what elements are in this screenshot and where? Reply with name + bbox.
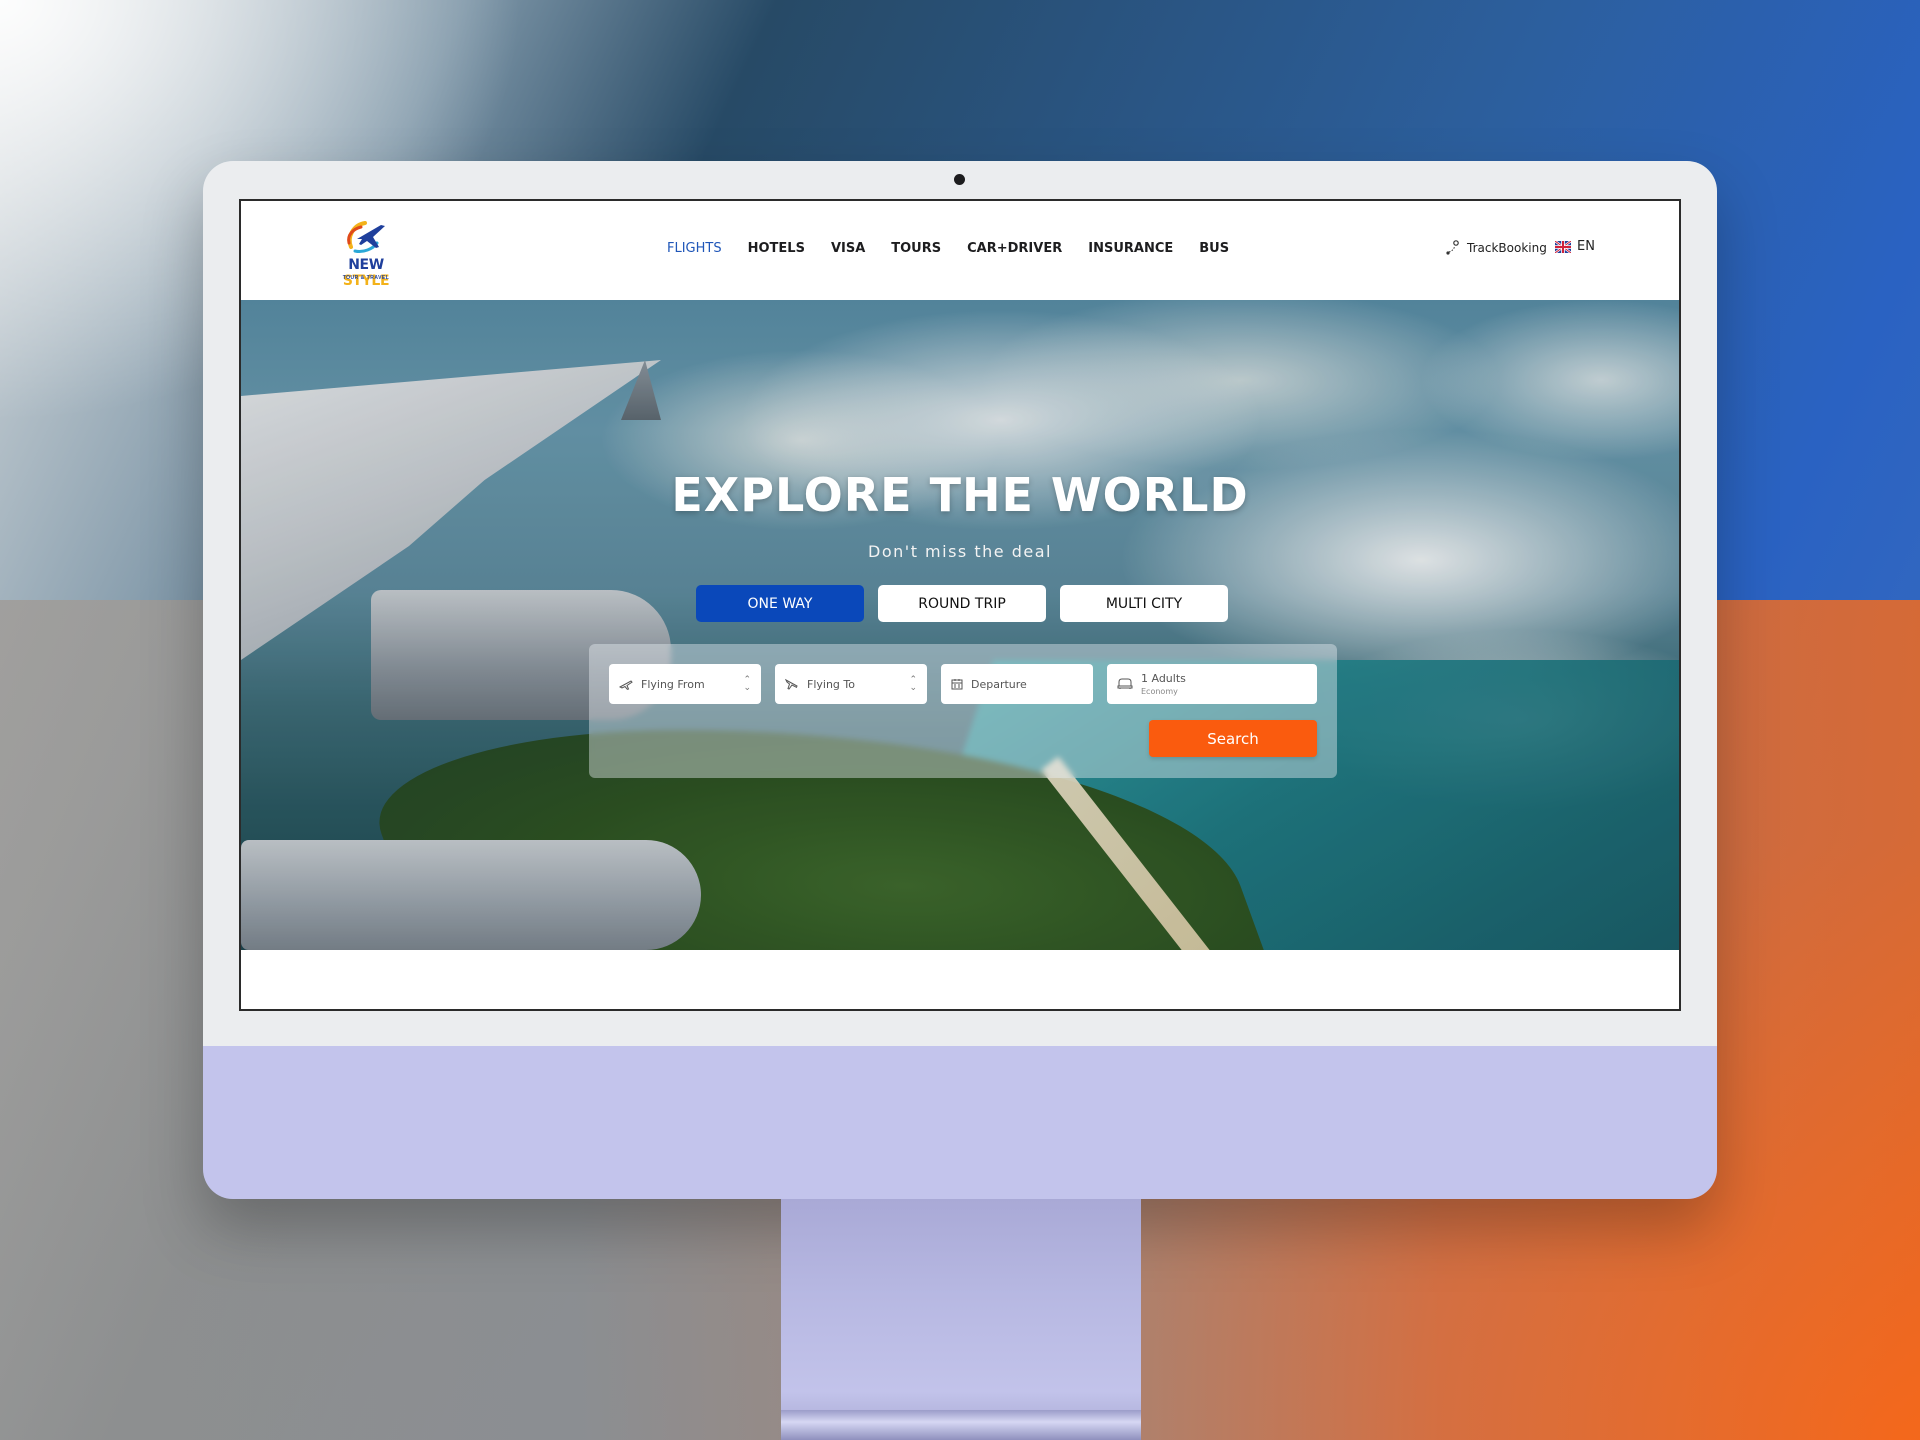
chevron-up-down-icon: ⌃ ⌄ (743, 675, 751, 693)
main-nav: FLIGHTS HOTELS VISA TOURS CAR+DRIVER INS… (667, 241, 1255, 261)
plane-takeoff-icon (619, 678, 633, 690)
nav-insurance[interactable]: INSURANCE (1088, 241, 1173, 261)
flying-from-placeholder: Flying From (641, 677, 705, 691)
flying-to-field[interactable]: Flying To ⌃ ⌄ (775, 664, 927, 704)
monitor-chin (203, 1046, 1717, 1199)
nav-car-driver[interactable]: CAR+DRIVER (967, 241, 1062, 261)
passengers-count: 1 Adults (1141, 672, 1186, 685)
monitor-stand (781, 1199, 1141, 1440)
nav-tours[interactable]: TOURS (891, 241, 941, 261)
nav-visa[interactable]: VISA (831, 241, 865, 261)
hero-section: EXPLORE THE WORLD Don't miss the deal ON… (241, 300, 1679, 950)
logo[interactable]: NEW STYLE TOUR & TRAVEL (323, 217, 409, 289)
departure-field[interactable]: Departure (941, 664, 1093, 704)
calendar-icon (951, 678, 963, 690)
language-label: EN (1577, 239, 1595, 254)
navbar: NEW STYLE TOUR & TRAVEL FLIGHTS HOTELS V… (241, 201, 1679, 300)
plane-landing-icon (785, 678, 799, 690)
track-booking-label: TrackBooking (1467, 241, 1547, 255)
flying-to-placeholder: Flying To (807, 677, 855, 691)
passengers-info: 1 Adults Economy (1141, 672, 1186, 696)
track-booking-link[interactable]: TrackBooking (1445, 239, 1547, 257)
passengers-field[interactable]: 1 Adults Economy (1107, 664, 1317, 704)
hero-subtitle: Don't miss the deal (868, 542, 1052, 561)
trip-type-tabs: ONE WAY ROUND TRIP MULTI CITY (696, 585, 1228, 622)
brand-name: NEW STYLE (323, 257, 409, 289)
tab-round-trip[interactable]: ROUND TRIP (878, 585, 1046, 622)
departure-placeholder: Departure (971, 677, 1027, 691)
flying-from-field[interactable]: Flying From ⌃ ⌄ (609, 664, 761, 704)
nav-flights[interactable]: FLIGHTS (667, 241, 722, 261)
hero-title: EXPLORE THE WORLD (671, 468, 1249, 522)
seat-icon (1117, 678, 1133, 690)
tab-one-way[interactable]: ONE WAY (696, 585, 864, 622)
brand-tagline: TOUR & TRAVEL (342, 275, 390, 281)
hero-overlay (241, 300, 1679, 950)
search-button[interactable]: Search (1149, 720, 1317, 757)
chevron-up-down-icon: ⌃ ⌄ (909, 675, 917, 693)
plane-logo-icon (347, 221, 385, 253)
monitor-stand-base (781, 1410, 1141, 1440)
cabin-class: Economy (1141, 687, 1178, 696)
location-pin-icon (1445, 239, 1461, 257)
uk-flag-icon (1555, 240, 1571, 253)
website-screen: NEW STYLE TOUR & TRAVEL FLIGHTS HOTELS V… (239, 199, 1681, 1011)
flight-search-panel: Flying From ⌃ ⌄ Flying To ⌃ ⌄ Departure … (589, 644, 1337, 778)
camera-icon (954, 174, 965, 185)
language-selector[interactable]: EN (1555, 239, 1595, 254)
brand-name-part1: NEW (348, 257, 384, 273)
tab-multi-city[interactable]: MULTI CITY (1060, 585, 1228, 622)
nav-hotels[interactable]: HOTELS (748, 241, 805, 261)
nav-bus[interactable]: BUS (1199, 241, 1229, 261)
